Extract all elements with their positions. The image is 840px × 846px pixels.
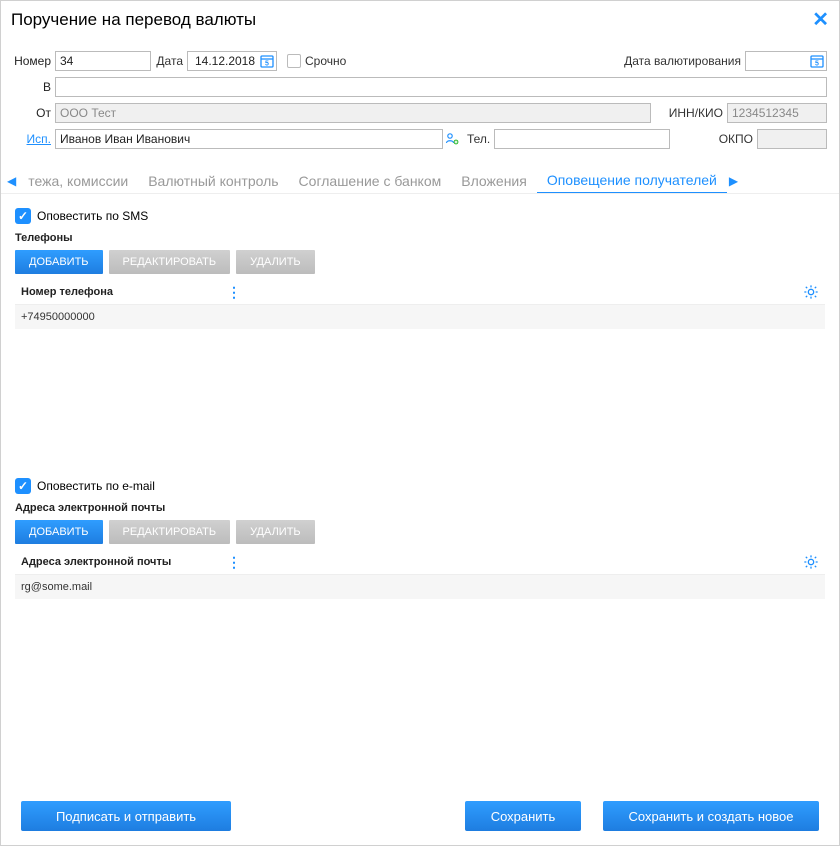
okpo-label: ОКПО bbox=[719, 132, 757, 146]
phones-delete-button: УДАЛИТЬ bbox=[236, 250, 315, 274]
value-date-label: Дата валютирования bbox=[624, 54, 745, 68]
checkbox-checked-icon bbox=[15, 478, 31, 494]
tab-partial[interactable]: тежа, комиссии bbox=[18, 169, 138, 193]
inn-label: ИНН/КИО bbox=[651, 106, 727, 120]
tab-currency-control[interactable]: Валютный контроль bbox=[138, 169, 288, 193]
column-menu-icon[interactable]: ⋮ bbox=[223, 284, 245, 301]
from-label: От bbox=[13, 106, 55, 120]
notify-email-label: Оповестить по e-mail bbox=[37, 479, 155, 493]
emails-edit-button: РЕДАКТИРОВАТЬ bbox=[109, 520, 231, 544]
emails-subtitle: Адреса электронной почты bbox=[15, 502, 825, 514]
executor-input[interactable] bbox=[55, 129, 443, 149]
svg-text:5: 5 bbox=[815, 61, 819, 68]
to-label: В bbox=[13, 80, 55, 94]
tel-label: Тел. bbox=[459, 132, 494, 146]
checkbox-checked-icon bbox=[15, 208, 31, 224]
grid-settings-icon[interactable] bbox=[803, 554, 825, 570]
notify-email-checkbox[interactable]: Оповестить по e-mail bbox=[15, 478, 155, 494]
window-title: Поручение на перевод валюты bbox=[11, 10, 256, 30]
date-label: Дата bbox=[151, 54, 187, 68]
executor-link[interactable]: Исп. bbox=[13, 132, 55, 146]
tabs-scroll-right-icon[interactable]: ▶ bbox=[727, 174, 740, 188]
calendar-icon[interactable]: 5 bbox=[809, 53, 825, 69]
grid-settings-icon[interactable] bbox=[803, 284, 825, 300]
tabs-scroll-left-icon[interactable]: ◀ bbox=[5, 174, 18, 188]
calendar-icon[interactable]: 5 bbox=[259, 53, 275, 69]
bank-input[interactable] bbox=[55, 77, 827, 97]
column-menu-icon[interactable]: ⋮ bbox=[223, 554, 245, 571]
save-button[interactable]: Сохранить bbox=[465, 801, 581, 831]
sign-send-button[interactable]: Подписать и отправить bbox=[21, 801, 231, 831]
okpo-input bbox=[757, 129, 827, 149]
urgent-label: Срочно bbox=[305, 54, 346, 68]
table-row[interactable]: +74950000000 bbox=[15, 305, 825, 329]
save-create-new-button[interactable]: Сохранить и создать новое bbox=[603, 801, 819, 831]
email-cell: rg@some.mail bbox=[15, 575, 223, 599]
urgent-checkbox[interactable] bbox=[287, 54, 301, 68]
inn-input bbox=[727, 103, 827, 123]
close-icon[interactable]: ✕ bbox=[812, 7, 829, 32]
tab-recipient-notify[interactable]: Оповещение получателей bbox=[537, 168, 727, 193]
svg-text:5: 5 bbox=[265, 61, 269, 68]
from-input bbox=[55, 103, 651, 123]
table-row[interactable]: rg@some.mail bbox=[15, 575, 825, 599]
emails-column-header[interactable]: Адреса электронной почты bbox=[15, 552, 223, 572]
phone-cell: +74950000000 bbox=[15, 305, 223, 329]
emails-delete-button: УДАЛИТЬ bbox=[236, 520, 315, 544]
notify-sms-label: Оповестить по SMS bbox=[37, 209, 148, 223]
tel-input[interactable] bbox=[494, 129, 670, 149]
phones-edit-button: РЕДАКТИРОВАТЬ bbox=[109, 250, 231, 274]
phones-column-header[interactable]: Номер телефона bbox=[15, 282, 223, 302]
phones-subtitle: Телефоны bbox=[15, 232, 825, 244]
add-contact-icon[interactable] bbox=[445, 132, 459, 146]
phones-add-button[interactable]: ДОБАВИТЬ bbox=[15, 250, 103, 274]
tab-bank-agreement[interactable]: Соглашение с банком bbox=[289, 169, 452, 193]
emails-add-button[interactable]: ДОБАВИТЬ bbox=[15, 520, 103, 544]
number-input[interactable] bbox=[55, 51, 151, 71]
number-label: Номер bbox=[13, 54, 55, 68]
tab-attachments[interactable]: Вложения bbox=[451, 169, 537, 193]
notify-sms-checkbox[interactable]: Оповестить по SMS bbox=[15, 208, 148, 224]
